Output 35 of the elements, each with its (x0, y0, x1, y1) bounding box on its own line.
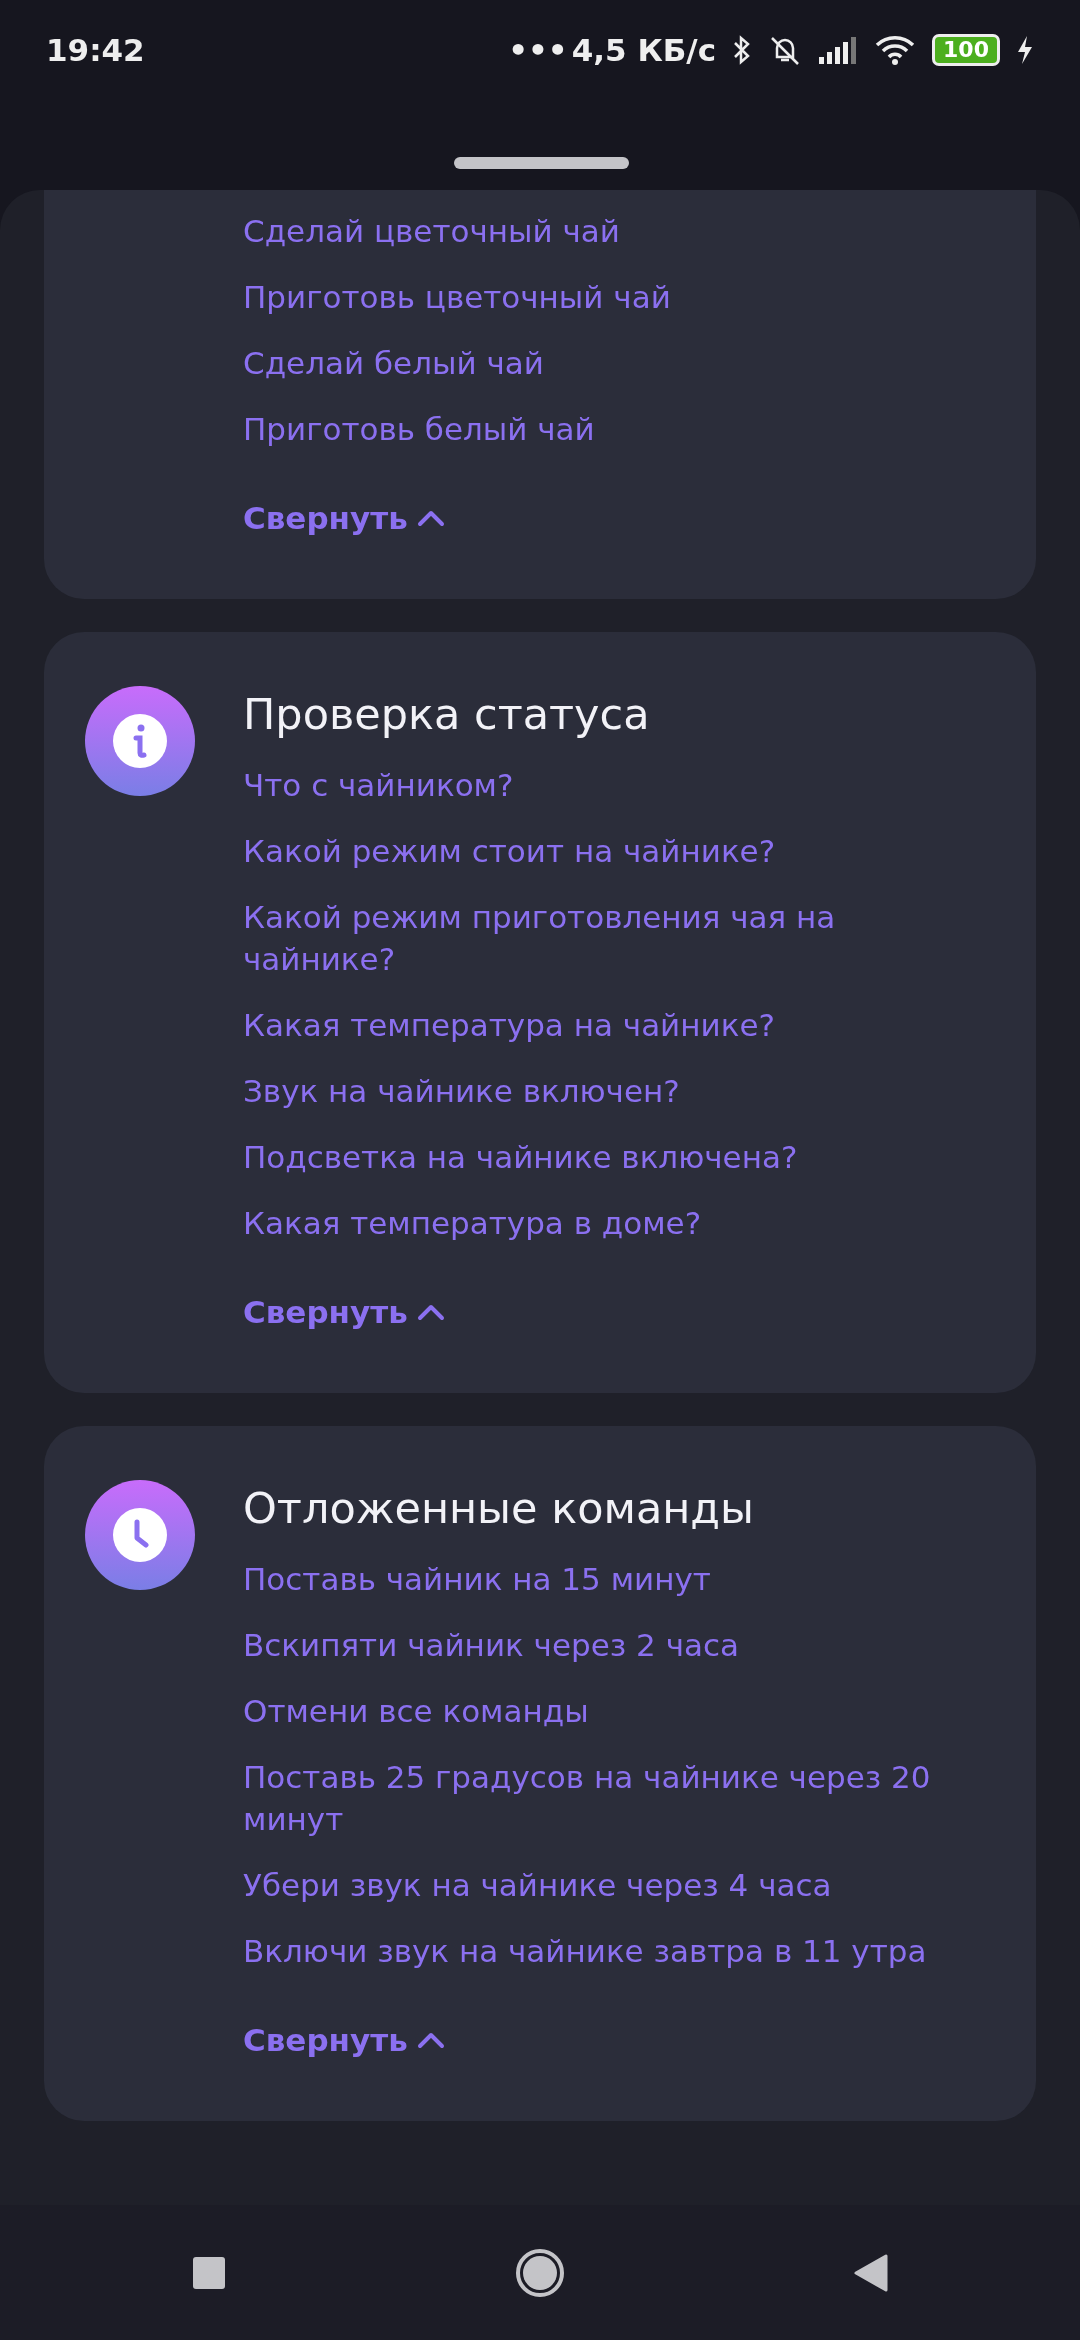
signal-icon (818, 35, 859, 65)
section-title: Проверка статуса (243, 688, 651, 741)
collapse-link[interactable]: Свернуть (243, 497, 446, 539)
command-example: Что с чайником? (243, 766, 515, 805)
notification-dots: ••• (508, 30, 568, 70)
command-example: Приготовь цветочный чай (243, 278, 672, 317)
command-example: Включи звук на чайнике завтра в 11 утра (243, 1932, 928, 1971)
command-example: Какая температура на чайнике? (243, 1006, 776, 1045)
recents-icon[interactable] (192, 2255, 227, 2290)
collapse-link[interactable]: Свернуть (243, 2019, 446, 2061)
command-example: Какая температура в доме? (243, 1204, 703, 1243)
charging-icon (1016, 35, 1034, 65)
command-example: Вскипяти чайник через 2 часа (243, 1626, 740, 1665)
clock-icon (85, 1480, 195, 1590)
wifi-icon (874, 34, 917, 66)
battery-icon: 100 (932, 34, 1000, 66)
command-example: Убери звук на чайнике через 4 часа (243, 1866, 833, 1905)
command-example: Отмени все команды (243, 1692, 590, 1731)
command-example: Поставь чайник на 15 минут (243, 1560, 712, 1599)
back-icon[interactable] (853, 2253, 888, 2292)
network-speed: 4,5 КБ/с (571, 30, 717, 70)
collapse-link[interactable]: Свернуть (243, 1291, 446, 1333)
command-example: Подсветка на чайнике включена? (243, 1138, 799, 1177)
info-icon (85, 686, 195, 796)
command-example: Какой режим стоит на чайнике? (243, 832, 777, 871)
clock-time: 19:42 (46, 30, 145, 70)
section-title: Отложенные команды (243, 1482, 756, 1535)
command-example: Приготовь белый чай (243, 410, 596, 449)
command-example: Сделай белый чай (243, 344, 545, 383)
command-example: Сделай цветочный чай (243, 212, 621, 251)
command-example: Какой режим приготовления чая на чайнике? (243, 898, 837, 979)
command-example: Звук на чайнике включен? (243, 1072, 681, 1111)
command-example: Поставь 25 градусов на чайнике через 20 минут (243, 1758, 932, 1839)
sheet-handle[interactable] (454, 157, 629, 169)
home-icon[interactable] (515, 2247, 565, 2298)
